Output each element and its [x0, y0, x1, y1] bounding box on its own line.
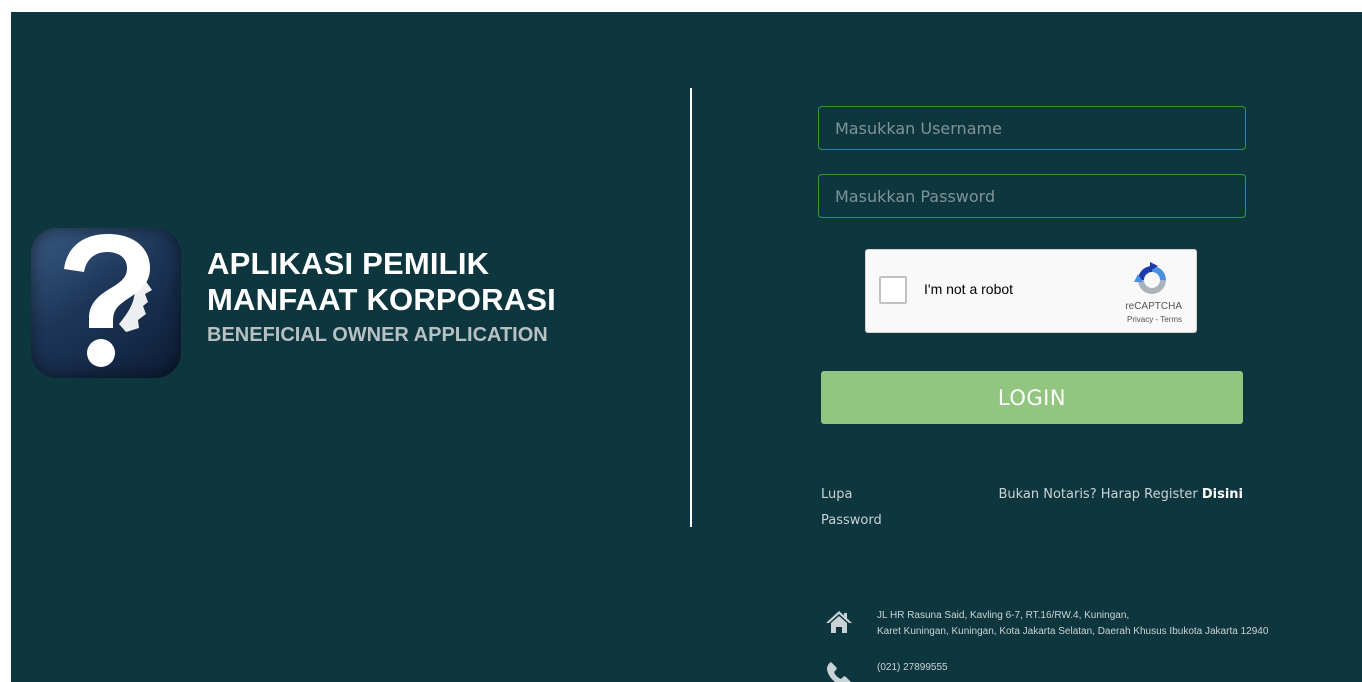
- brand-block: APLIKASI PEMILIK MANFAAT KORPORASI BENEF…: [31, 228, 556, 378]
- login-page: APLIKASI PEMILIK MANFAAT KORPORASI BENEF…: [11, 12, 1362, 682]
- phone-icon: [827, 662, 851, 682]
- username-input[interactable]: [818, 106, 1246, 150]
- contact-address: JL HR Rasuna Said, Kavling 6-7, RT.16/RW…: [825, 608, 1268, 640]
- recaptcha-brand: reCAPTCHA: [1125, 301, 1182, 312]
- register-prefix: Bukan Notaris? Harap Register: [998, 487, 1202, 502]
- phone-text: (021) 27899555: [877, 662, 948, 673]
- app-title-line1: APLIKASI PEMILIK: [207, 246, 490, 281]
- app-title-line2: MANFAAT KORPORASI: [207, 282, 556, 317]
- register-link[interactable]: Disini: [1202, 487, 1243, 502]
- address-text: JL HR Rasuna Said, Kavling 6-7, RT.16/RW…: [877, 608, 1268, 640]
- recaptcha-terms-link[interactable]: Terms: [1160, 315, 1182, 324]
- question-head-icon: [31, 228, 181, 378]
- register-prompt: Bukan Notaris? Harap Register Disini: [998, 482, 1243, 508]
- brand-text: APLIKASI PEMILIK MANFAAT KORPORASI BENEF…: [207, 246, 556, 350]
- vertical-divider: [690, 88, 692, 527]
- recaptcha-widget: I'm not a robot reCAPTCHA Privacy - Term…: [865, 249, 1197, 333]
- home-icon: [826, 611, 852, 633]
- recaptcha-label: I'm not a robot: [924, 281, 1014, 297]
- app-subtitle: BENEFICIAL OWNER APPLICATION: [207, 324, 548, 346]
- recaptcha-privacy-link[interactable]: Privacy: [1127, 315, 1153, 324]
- recaptcha-checkbox[interactable]: [879, 276, 907, 304]
- address-line2: Karet Kuningan, Kuningan, Kota Jakarta S…: [877, 626, 1269, 637]
- recaptcha-terms: Privacy - Terms: [1127, 315, 1182, 324]
- forgot-password-link[interactable]: Lupa Password: [821, 482, 891, 534]
- recaptcha-logo-icon: [1134, 262, 1166, 294]
- contact-phone: (021) 27899555: [825, 660, 948, 682]
- login-button[interactable]: LOGIN: [821, 371, 1243, 424]
- password-input[interactable]: [818, 174, 1246, 218]
- address-line1: JL HR Rasuna Said, Kavling 6-7, RT.16/RW…: [877, 610, 1130, 621]
